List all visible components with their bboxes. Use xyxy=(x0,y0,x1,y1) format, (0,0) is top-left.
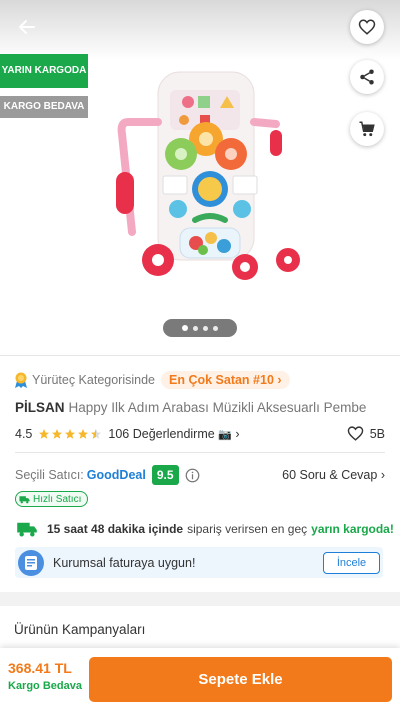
top-shade xyxy=(0,0,400,60)
heart-icon xyxy=(358,19,376,35)
pagination-dot[interactable] xyxy=(193,325,198,331)
shipping-deadline: 15 saat 48 dakika içinde xyxy=(47,522,184,536)
seller-label: Seçili Satıcı: xyxy=(15,468,84,482)
heart-icon xyxy=(347,426,363,441)
seller-score: 9.5 xyxy=(151,465,179,485)
cart-icon xyxy=(359,121,375,137)
pagination-dot[interactable] xyxy=(182,325,188,331)
chevron-right-icon: › xyxy=(380,468,385,482)
campaigns-title: Ürünün Kampanyaları xyxy=(14,622,146,637)
truck-icon xyxy=(17,522,37,537)
info-icon[interactable] xyxy=(185,468,200,483)
rating-row: 4.5 106 Değerlendirme 📷 › 5B xyxy=(15,425,385,442)
qa-label: 60 Soru & Cevap xyxy=(282,468,378,482)
fast-seller-badge: Hızlı Satıcı xyxy=(15,491,89,507)
free-shipping-badge: KARGO BEDAVA xyxy=(0,96,88,118)
qa-link[interactable]: 60 Soru & Cevap › xyxy=(282,468,385,482)
star-icon xyxy=(78,428,89,439)
star-icon xyxy=(39,428,50,439)
fast-seller-label: Hızlı Satıcı xyxy=(33,493,82,505)
share-button[interactable] xyxy=(350,60,384,94)
back-button[interactable] xyxy=(12,12,42,42)
inspect-button[interactable]: İncele xyxy=(323,551,380,574)
add-to-cart-button[interactable]: Sepete Ekle xyxy=(89,657,392,702)
favorite-count[interactable]: 5B xyxy=(347,425,385,442)
reviews-count: 106 Değerlendirme xyxy=(108,426,215,441)
share-icon xyxy=(360,69,374,85)
seller-name[interactable]: GoodDeal xyxy=(87,468,146,482)
free-shipping-label: Kargo Bedava xyxy=(8,680,82,692)
reviews-link[interactable]: 106 Değerlendirme 📷 › xyxy=(108,427,239,441)
invoice-icon xyxy=(18,549,44,576)
favorite-button[interactable] xyxy=(350,10,384,44)
invoice-text: Kurumsal faturaya uygun! xyxy=(53,555,196,570)
star-icon xyxy=(52,428,63,439)
camera-icon: 📷 xyxy=(218,428,232,441)
pagination-dot[interactable] xyxy=(203,325,208,331)
product-image[interactable] xyxy=(100,62,300,292)
shipping-date: yarın kargoda! xyxy=(311,522,394,536)
favorite-count-value: 5B xyxy=(369,426,385,441)
gallery-pagination[interactable] xyxy=(163,319,237,337)
cart-button[interactable] xyxy=(350,112,384,146)
shipping-text: sipariş verirsen en geç xyxy=(187,522,308,536)
pagination-dot[interactable] xyxy=(213,325,218,331)
product-brand[interactable]: PİLSAN xyxy=(15,400,65,415)
price: 368.41 TL xyxy=(8,660,72,676)
section-divider xyxy=(15,452,385,453)
section-separator xyxy=(0,592,400,606)
rating-value: 4.5 xyxy=(15,426,33,441)
product-title: PİLSAN Happy Ilk Adım Arabası Müzikli Aks… xyxy=(15,400,390,415)
product-gallery[interactable]: YARIN KARGODA KARGO BEDAVA xyxy=(0,0,400,355)
back-arrow-icon xyxy=(19,20,35,34)
rank-category-text: Yürüteç Kategorisinde xyxy=(32,373,155,387)
chevron-right-icon: › xyxy=(235,426,240,441)
product-name: Happy Ilk Adım Arabası Müzikli Aksesuarl… xyxy=(68,400,367,415)
chevron-right-icon: › xyxy=(277,373,282,387)
shipping-info: 15 saat 48 dakika içinde sipariş verirse… xyxy=(15,521,394,537)
best-seller-badge[interactable]: En Çok Satan #10 › xyxy=(161,371,290,389)
half-star-icon xyxy=(91,428,102,439)
seller-row: Seçili Satıcı: GoodDeal 9.5 60 Soru & Ce… xyxy=(15,465,385,485)
medal-icon xyxy=(15,372,27,388)
category-rank[interactable]: Yürüteç Kategorisinde En Çok Satan #10 › xyxy=(14,371,290,389)
delivery-badge: YARIN KARGODA xyxy=(0,54,88,88)
best-seller-label: En Çok Satan #10 xyxy=(169,373,274,387)
corporate-invoice-box: Kurumsal faturaya uygun! İncele xyxy=(15,547,383,578)
section-divider xyxy=(0,355,400,356)
rating-stars xyxy=(38,428,102,440)
bottom-bar: 368.41 TL Kargo Bedava Sepete Ekle xyxy=(0,648,400,711)
star-icon xyxy=(65,428,76,439)
truck-icon xyxy=(19,495,30,503)
